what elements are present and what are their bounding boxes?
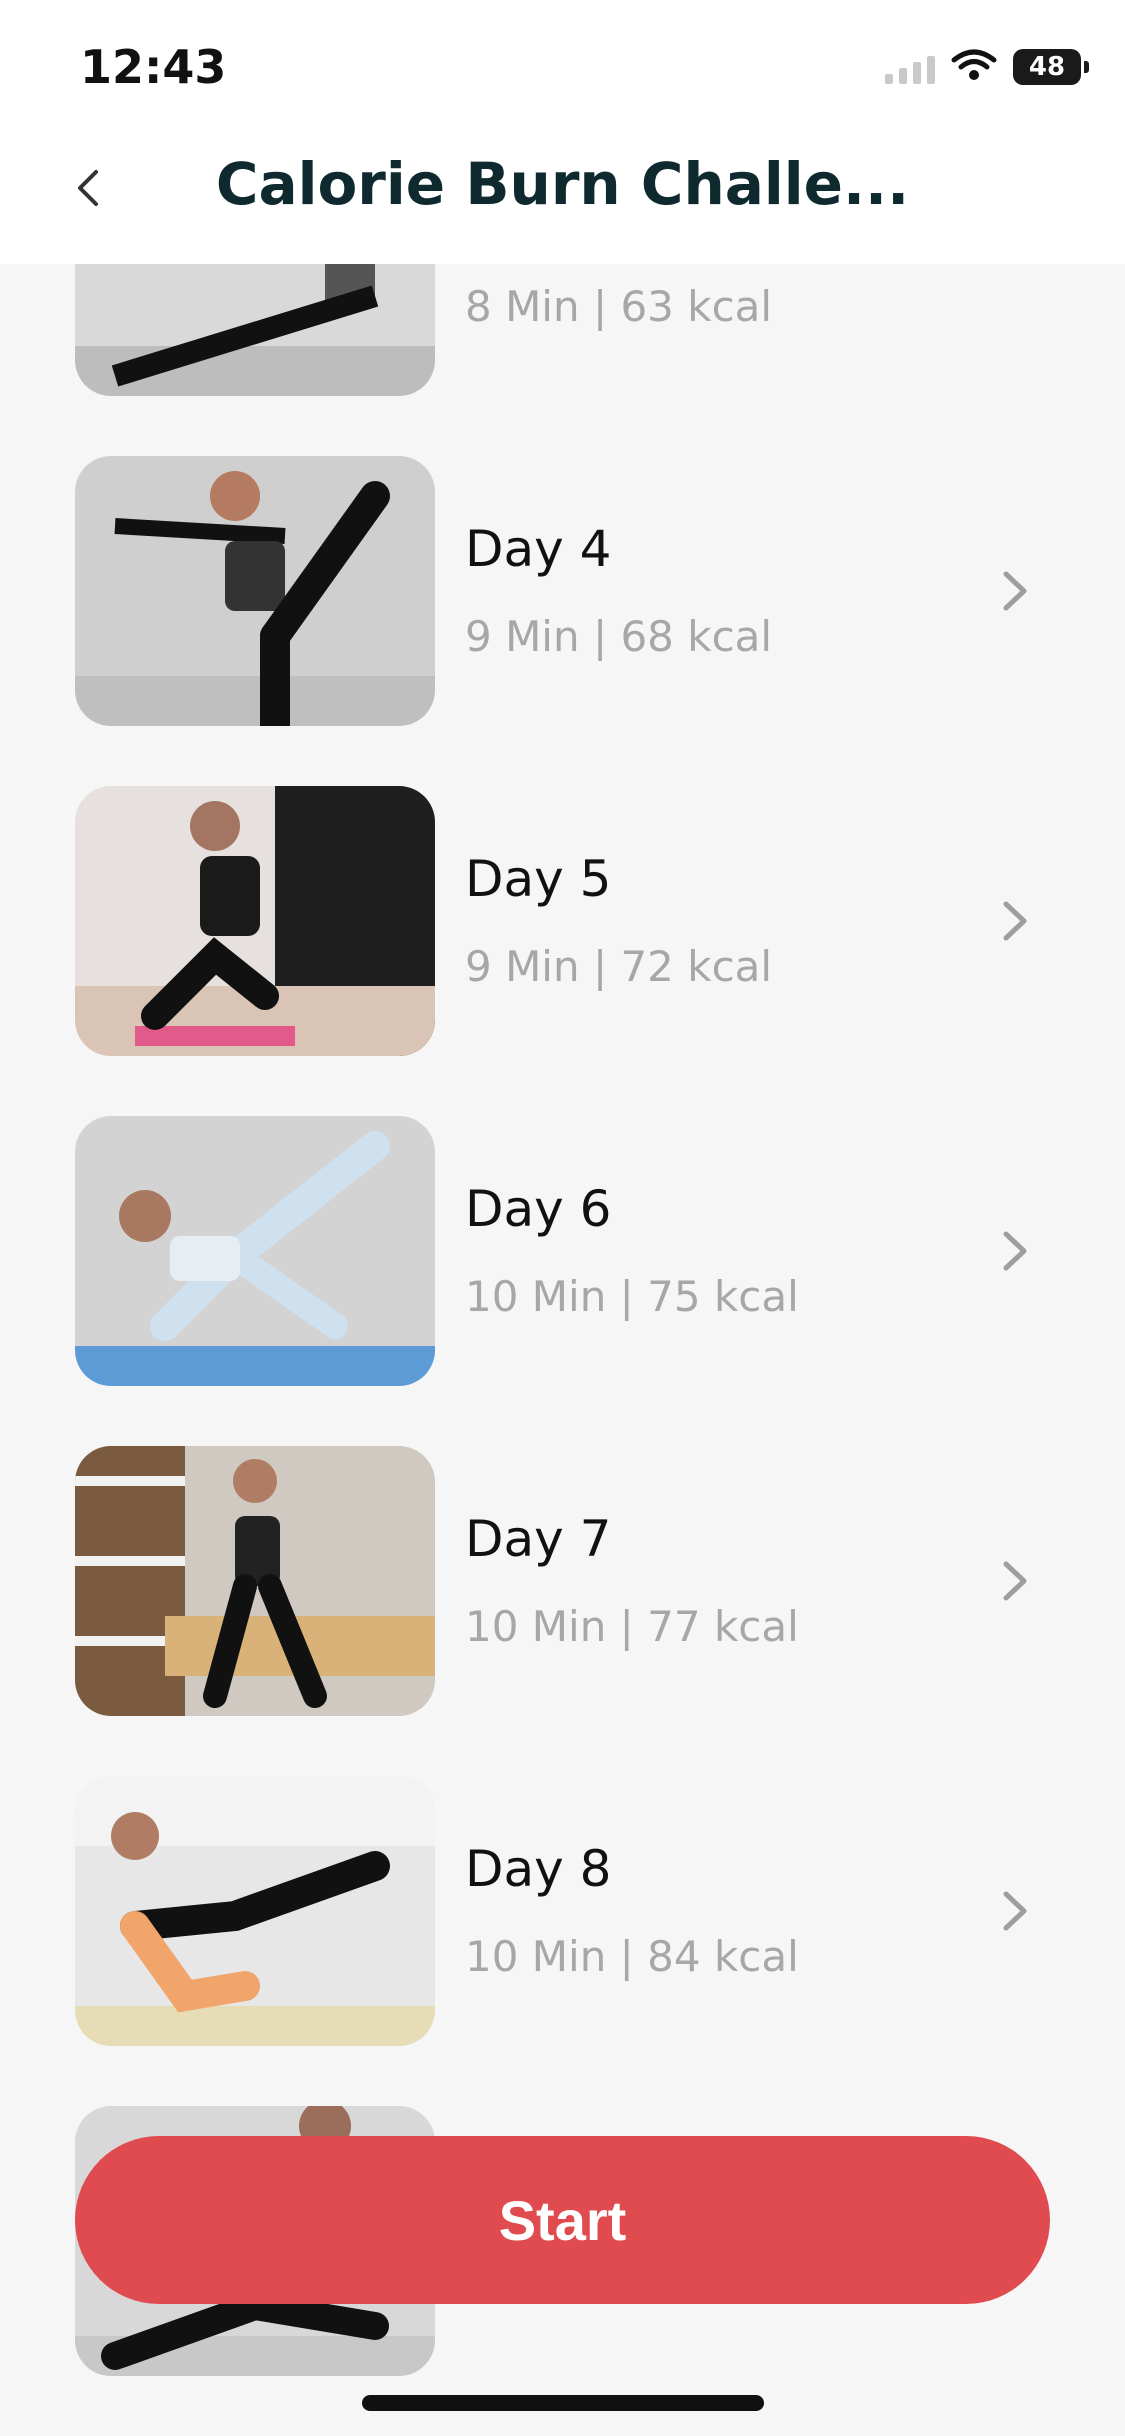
back-button[interactable] xyxy=(60,160,116,216)
duration-calories: 10 Min | 77 kcal xyxy=(465,1602,799,1651)
workout-thumbnail xyxy=(75,456,435,726)
chevron-right-icon xyxy=(990,1881,1040,1941)
day-label: Day 6 xyxy=(465,1180,612,1238)
status-icons: 48 xyxy=(885,48,1089,86)
list-item[interactable]: Day 6 10 Min | 75 kcal xyxy=(75,1116,1060,1386)
chevron-left-icon xyxy=(78,170,98,206)
day-label: Day 7 xyxy=(465,1510,612,1568)
chevron-right-icon xyxy=(990,561,1040,621)
duration-calories: 10 Min | 75 kcal xyxy=(465,1272,799,1321)
top-bar: 12:43 48 Calorie Burn Challe... xyxy=(0,0,1125,264)
cellular-signal-icon xyxy=(885,50,935,84)
chevron-right-icon xyxy=(990,1221,1040,1281)
day-label: Day 8 xyxy=(465,1840,612,1898)
home-indicator xyxy=(362,2395,764,2411)
chevron-right-icon xyxy=(990,1551,1040,1611)
day-label: Day 5 xyxy=(465,850,612,908)
duration-calories: 8 Min | 63 kcal xyxy=(465,282,773,331)
workout-list: 8 Min | 63 kcal Day 4 9 Min | 68 kcal Da… xyxy=(0,0,1125,2436)
page-title: Calorie Burn Challe... xyxy=(215,150,910,218)
workout-thumbnail xyxy=(75,1446,435,1716)
workout-thumbnail xyxy=(75,1776,435,2046)
duration-calories: 9 Min | 68 kcal xyxy=(465,612,773,661)
wifi-icon xyxy=(951,48,997,86)
workout-thumbnail xyxy=(75,1116,435,1386)
chevron-right-icon xyxy=(990,891,1040,951)
battery-indicator: 48 xyxy=(1013,49,1089,85)
list-item[interactable]: Day 4 9 Min | 68 kcal xyxy=(75,456,1060,726)
list-item[interactable]: Day 7 10 Min | 77 kcal xyxy=(75,1446,1060,1716)
list-item[interactable]: Day 5 9 Min | 72 kcal xyxy=(75,786,1060,1056)
duration-calories: 9 Min | 72 kcal xyxy=(465,942,773,991)
list-item[interactable]: Day 8 10 Min | 84 kcal xyxy=(75,1776,1060,2046)
day-label: Day 4 xyxy=(465,520,612,578)
status-time: 12:43 xyxy=(80,40,227,94)
duration-calories: 10 Min | 84 kcal xyxy=(465,1932,799,1981)
start-button[interactable]: Start xyxy=(75,2136,1050,2304)
workout-thumbnail xyxy=(75,786,435,1056)
